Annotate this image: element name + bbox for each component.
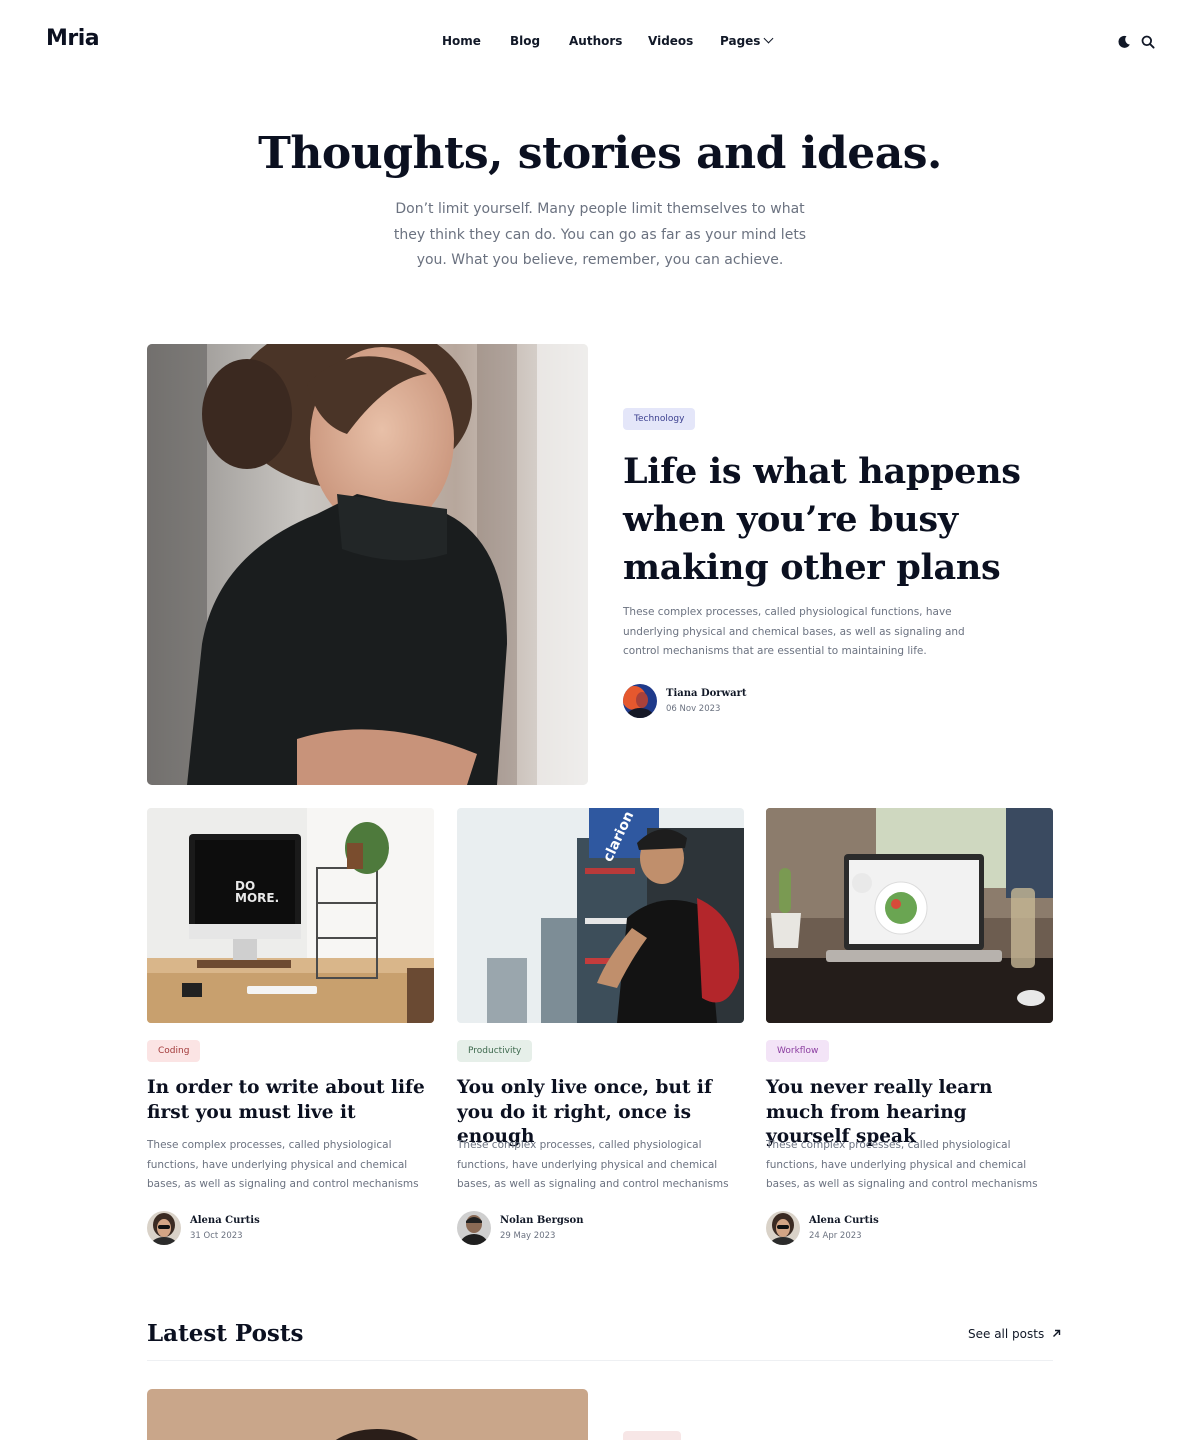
post-date: 29 May 2023 xyxy=(500,1231,556,1241)
post-tag[interactable]: Productivity xyxy=(457,1040,533,1062)
post-card: DO MORE. Coding In order to write about … xyxy=(147,808,434,1245)
moon-icon[interactable] xyxy=(1116,34,1132,50)
post-card-image[interactable]: DO MORE. xyxy=(147,808,434,1023)
featured-post-image[interactable] xyxy=(147,344,588,785)
latest-post-tag[interactable] xyxy=(623,1431,681,1440)
post-card: Workflow You never really learn much fro… xyxy=(766,808,1053,1245)
author-name[interactable]: Tiana Dorwart xyxy=(666,688,747,699)
site-logo[interactable]: Mria xyxy=(46,26,100,51)
search-icon[interactable] xyxy=(1140,34,1156,50)
post-author[interactable]: Alena Curtis 24 Apr 2023 xyxy=(766,1211,879,1245)
arrow-up-right-icon xyxy=(1052,1327,1061,1341)
featured-author[interactable]: Tiana Dorwart 06 Nov 2023 xyxy=(623,684,747,718)
featured-excerpt: These complex processes, called physiolo… xyxy=(623,606,965,657)
featured-title[interactable]: Life is what happens when you’re busy ma… xyxy=(623,448,1043,592)
nav-pages[interactable]: Pages xyxy=(720,33,774,48)
nav-authors[interactable]: Authors xyxy=(569,34,622,48)
avatar xyxy=(457,1211,491,1245)
avatar xyxy=(147,1211,181,1245)
see-all-posts-link[interactable]: See all posts xyxy=(968,1327,1061,1341)
post-date: 24 Apr 2023 xyxy=(809,1231,862,1241)
avatar xyxy=(623,684,657,718)
latest-post-image[interactable] xyxy=(147,1389,588,1440)
site-header: Mria Home Blog Authors Videos Pages xyxy=(0,0,1200,84)
post-tag[interactable]: Coding xyxy=(147,1040,201,1062)
chevron-down-icon xyxy=(764,33,774,44)
post-tag[interactable]: Workflow xyxy=(766,1040,830,1062)
svg-text:MORE.: MORE. xyxy=(235,891,279,905)
post-author[interactable]: Nolan Bergson 29 May 2023 xyxy=(457,1211,584,1245)
post-author[interactable]: Alena Curtis 31 Oct 2023 xyxy=(147,1211,260,1245)
featured-tag[interactable]: Technology xyxy=(623,408,696,430)
author-info: Nolan Bergson 29 May 2023 xyxy=(500,1215,584,1241)
post-card-image[interactable] xyxy=(766,808,1053,1023)
author-info: Alena Curtis 31 Oct 2023 xyxy=(190,1215,260,1241)
author-info: Tiana Dorwart 06 Nov 2023 xyxy=(666,688,747,714)
author-name[interactable]: Nolan Bergson xyxy=(500,1215,584,1226)
author-name[interactable]: Alena Curtis xyxy=(190,1215,260,1226)
hero-subtitle: Don’t limit yourself. Many people limit … xyxy=(393,201,807,268)
author-info: Alena Curtis 24 Apr 2023 xyxy=(809,1215,879,1241)
author-name[interactable]: Alena Curtis xyxy=(809,1215,879,1226)
nav-home[interactable]: Home xyxy=(442,34,481,48)
post-date: 31 Oct 2023 xyxy=(190,1231,243,1241)
nav-blog[interactable]: Blog xyxy=(510,34,540,48)
section-divider xyxy=(147,1360,1053,1361)
post-excerpt: These complex processes, called physiolo… xyxy=(147,1139,419,1190)
post-card-image[interactable]: clarion xyxy=(457,808,744,1023)
avatar xyxy=(766,1211,800,1245)
post-date: 06 Nov 2023 xyxy=(666,704,721,714)
post-excerpt: These complex processes, called physiolo… xyxy=(457,1139,729,1190)
nav-videos[interactable]: Videos xyxy=(648,34,693,48)
post-card: clarion Productivity You only live once,… xyxy=(457,808,744,1245)
post-excerpt: These complex processes, called physiolo… xyxy=(766,1139,1038,1190)
latest-posts-heading: Latest Posts xyxy=(147,1320,304,1347)
post-title[interactable]: In order to write about life first you m… xyxy=(147,1076,434,1125)
nav-pages-label: Pages xyxy=(720,34,761,48)
hero-title: Thoughts, stories and ideas. xyxy=(258,128,942,179)
see-all-label: See all posts xyxy=(968,1327,1045,1341)
